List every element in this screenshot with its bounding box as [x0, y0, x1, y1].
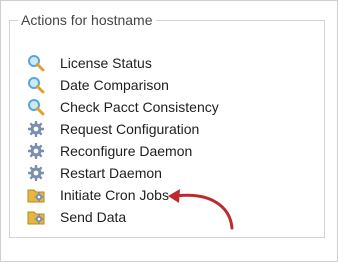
- gear-icon: [27, 142, 45, 160]
- action-license-status[interactable]: License Status: [27, 52, 219, 74]
- action-label: Restart Daemon: [60, 165, 162, 181]
- magnifier-icon: [27, 76, 45, 94]
- action-label: Request Configuration: [60, 121, 200, 137]
- folder-gear-icon: [27, 208, 45, 226]
- action-label: Check Pacct Consistency: [60, 99, 219, 115]
- folder-gear-icon: [27, 186, 45, 204]
- action-reconfigure-daemon[interactable]: Reconfigure Daemon: [27, 140, 219, 162]
- magnifier-icon: [27, 98, 45, 116]
- magnifier-icon: [27, 54, 45, 72]
- action-label: Initiate Cron Jobs: [60, 187, 169, 203]
- action-date-comparison[interactable]: Date Comparison: [27, 74, 219, 96]
- action-label: License Status: [60, 55, 152, 71]
- action-label: Date Comparison: [60, 77, 169, 93]
- action-label: Send Data: [60, 209, 127, 225]
- action-label: Reconfigure Daemon: [60, 143, 193, 159]
- action-check-pacct-consistency[interactable]: Check Pacct Consistency: [27, 96, 219, 118]
- panel-title: Actions for hostname: [21, 12, 153, 28]
- gear-icon: [27, 164, 45, 182]
- annotation-arrow: [168, 189, 234, 230]
- action-request-configuration[interactable]: Request Configuration: [27, 118, 219, 140]
- gear-icon: [27, 120, 45, 138]
